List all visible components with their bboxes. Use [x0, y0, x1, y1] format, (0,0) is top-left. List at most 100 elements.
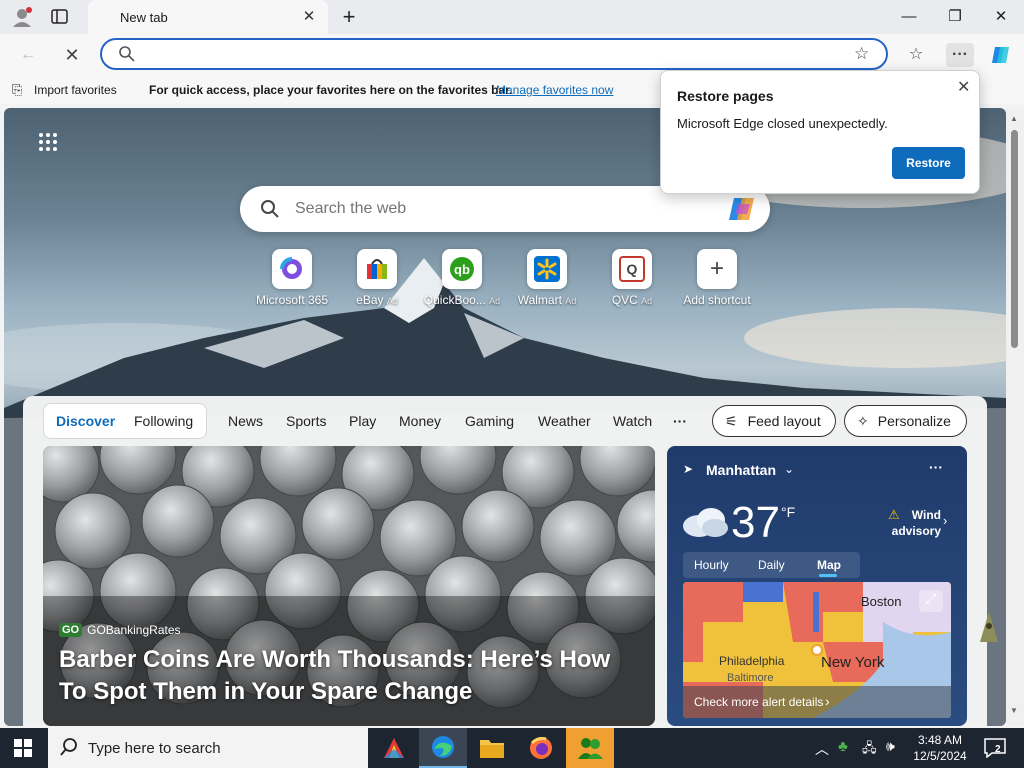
close-window-button[interactable]: ✕ [978, 0, 1024, 34]
weather-more-icon[interactable]: ··· [929, 459, 943, 475]
tab-following[interactable]: Following [134, 413, 193, 429]
shortcut-quickbooks[interactable]: qb QuickBoo... Ad [422, 249, 502, 307]
weather-card[interactable]: ➤ Manhattan ⌄ ··· 37 °F ⚠ Wind advisory … [667, 446, 967, 726]
import-favorites-link[interactable]: Import favorites [34, 83, 117, 97]
taskbar-app-file-explorer[interactable] [468, 728, 516, 768]
personalize-button[interactable]: ✧ Personalize [844, 405, 967, 437]
feed-layout-button[interactable]: ⚟ Feed layout [712, 405, 836, 437]
taskbar-app-edge[interactable] [419, 728, 467, 768]
map-label-new-york: New York [821, 654, 885, 671]
add-shortcut-button[interactable]: + Add shortcut [677, 249, 757, 307]
taskbar-app-green[interactable] [566, 728, 614, 768]
scroll-down-arrow[interactable]: ▼ [1010, 706, 1018, 715]
minimize-button[interactable]: — [886, 0, 932, 34]
tab-new-tab[interactable]: New tab ✕ [88, 0, 328, 34]
nav-gaming[interactable]: Gaming [465, 413, 514, 429]
nav-sports[interactable]: Sports [286, 413, 326, 429]
weather-tab-hourly[interactable]: Hourly [694, 558, 729, 572]
qvc-icon: Q [612, 249, 652, 289]
weather-tab-daily[interactable]: Daily [758, 558, 785, 572]
taskbar-search-icon [60, 738, 78, 761]
feed-layout-label: Feed layout [747, 413, 821, 429]
notification-count: 2 [995, 744, 1001, 755]
copilot-icon[interactable] [728, 194, 760, 224]
taskbar-app-colorful[interactable] [370, 728, 418, 768]
search-icon [260, 199, 280, 224]
popup-title: Restore pages [677, 88, 774, 104]
weather-alert[interactable]: Wind advisory [889, 507, 941, 539]
source-row[interactable]: GO GOBankingRates [59, 623, 181, 637]
map-label-philadelphia: Philadelphia [719, 654, 785, 668]
shortcut-microsoft365[interactable]: Microsoft 365 [252, 249, 332, 307]
shortcut-qvc[interactable]: Q QVC Ad [592, 249, 672, 307]
address-input[interactable] [148, 45, 828, 65]
clock-time: 3:48 AM [917, 733, 963, 747]
nav-news[interactable]: News [228, 413, 263, 429]
profile-icon[interactable] [10, 5, 34, 29]
weather-location[interactable]: Manhattan [706, 462, 776, 478]
colorful-app-icon [384, 738, 404, 758]
source-logo: GO [59, 623, 83, 637]
popup-close-icon[interactable]: ✕ [957, 77, 970, 97]
article-headline[interactable]: Barber Coins Are Worth Thousands: Here’s… [59, 644, 629, 708]
address-bar[interactable]: ☆ [100, 38, 888, 70]
ad-badge: Ad [641, 296, 653, 306]
article-source: GOBankingRates [87, 623, 181, 637]
network-icon[interactable]: 🖧 [862, 739, 877, 761]
weather-tab-map[interactable]: Map [817, 558, 841, 572]
shortcut-label: Walmart [517, 293, 562, 307]
clock[interactable]: 3:48 AM 12/5/2024 [904, 732, 976, 764]
tray-people-icon[interactable]: ♣ [838, 738, 848, 755]
windows-start-icon[interactable] [14, 739, 32, 757]
ebay-icon [357, 249, 397, 289]
alert-chevron-icon[interactable]: › [943, 513, 947, 528]
settings-more-icon[interactable]: ··· [946, 43, 974, 67]
import-favorites-icon[interactable]: ⎘ [12, 82, 22, 98]
volume-icon[interactable]: 🕪 [886, 738, 895, 755]
restore-button[interactable]: Restore [892, 147, 965, 179]
taskbar-search-box[interactable]: Type here to search [48, 728, 368, 768]
nav-weather[interactable]: Weather [538, 413, 591, 429]
personalize-icon: ✧ [857, 412, 869, 429]
article-card[interactable]: GO GOBankingRates Barber Coins Are Worth… [43, 446, 655, 726]
apps-launcher-icon[interactable] [38, 132, 58, 152]
scrollbar[interactable]: ▲ ▼ [1006, 108, 1024, 726]
back-icon[interactable]: ← [16, 43, 40, 67]
tab-actions-icon[interactable] [50, 8, 70, 26]
alert-details-link[interactable]: Check more alert details [694, 695, 823, 709]
stop-loading-icon[interactable]: ✕ [60, 43, 84, 67]
title-bar: New tab ✕ + — ❐ ✕ [0, 0, 1024, 34]
ad-badge: Ad [565, 296, 577, 306]
alert-details-chevron-icon: › [825, 693, 830, 709]
microsoft365-icon [272, 249, 312, 289]
map-label-baltimore: Baltimore [727, 672, 774, 684]
show-hidden-icons-icon[interactable]: ︿ [815, 739, 829, 759]
clock-date: 12/5/2024 [913, 749, 967, 763]
green-people-icon [578, 738, 603, 759]
favorite-star-icon[interactable]: ☆ [854, 44, 869, 64]
notification-center-icon[interactable]: 2 [984, 738, 1006, 759]
nav-more-button[interactable]: ··· [673, 413, 687, 429]
web-search-input[interactable] [295, 198, 715, 220]
manage-favorites-link[interactable]: Manage favorites now [496, 83, 613, 97]
tab-title: New tab [120, 10, 168, 25]
tab-discover[interactable]: Discover [56, 413, 115, 429]
scroll-up-arrow[interactable]: ▲ [1010, 114, 1018, 123]
shortcut-label: eBay [356, 293, 384, 307]
scroll-thumb[interactable] [1011, 130, 1018, 348]
close-tab-icon[interactable]: ✕ [298, 6, 320, 28]
expand-map-icon[interactable]: ⤢ [919, 590, 943, 612]
nav-watch[interactable]: Watch [613, 413, 652, 429]
weather-map[interactable]: Boston Philadelphia New York Baltimore ⤢… [683, 582, 951, 718]
nav-play[interactable]: Play [349, 413, 376, 429]
shortcut-walmart[interactable]: Walmart Ad [507, 249, 587, 307]
new-tab-button[interactable]: + [336, 4, 362, 30]
nav-money[interactable]: Money [399, 413, 441, 429]
copilot-icon[interactable] [990, 43, 1014, 67]
personalize-label: Personalize [877, 413, 951, 429]
location-chevron-icon[interactable]: ⌄ [784, 462, 794, 476]
shortcut-ebay[interactable]: eBay Ad [337, 249, 417, 307]
favorites-icon[interactable]: ☆ [904, 43, 928, 67]
taskbar-app-firefox[interactable] [517, 728, 565, 768]
restore-window-button[interactable]: ❐ [932, 0, 978, 34]
